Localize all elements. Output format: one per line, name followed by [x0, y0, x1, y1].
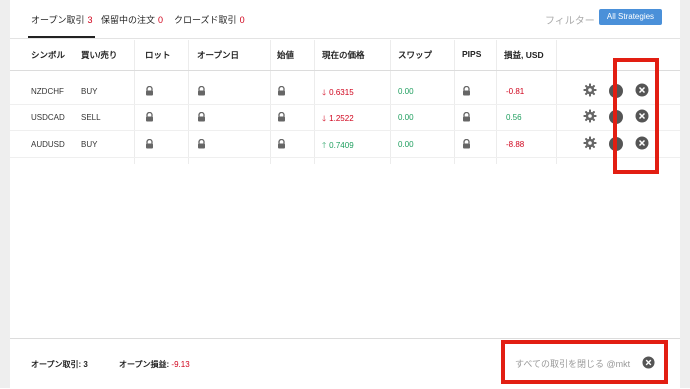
- tab-closed-trades[interactable]: クローズド取引 0: [174, 13, 245, 26]
- highlight-box-close-all: [501, 340, 668, 384]
- lock-icon: [278, 112, 285, 122]
- lock-icon: [198, 86, 205, 96]
- tab-label: クローズド取引: [174, 15, 237, 25]
- lock-icon: [146, 139, 153, 149]
- lock-icon: [463, 86, 470, 96]
- tab-count: 0: [239, 15, 245, 25]
- open-trades-label: オープン取引:: [31, 360, 82, 369]
- gear-icon[interactable]: [583, 109, 597, 123]
- strategy-filter-button[interactable]: All Strategies: [599, 9, 662, 25]
- swap-cell: 0.00: [398, 140, 414, 149]
- side-cell: SELL: [81, 113, 101, 122]
- column-header-open-price[interactable]: 始値: [277, 49, 294, 61]
- table-row[interactable]: AUDUSD BUY 🡑 0.7409 0.00 -8.88: [10, 131, 680, 158]
- gear-icon[interactable]: [583, 83, 597, 97]
- open-pnl-label: オープン損益:: [119, 360, 170, 369]
- arrow-down-icon: 🡓: [322, 88, 327, 97]
- lock-icon: [198, 112, 205, 122]
- table-header: シンボル 買い/売り ロット オープン日 始値 現在の価格 スワップ PIPS …: [10, 40, 680, 71]
- side-cell: BUY: [81, 87, 98, 96]
- pnl-cell: 0.56: [506, 113, 522, 122]
- table-row[interactable]: USDCAD SELL 🡓 1.2522 0.00 0.56: [10, 104, 680, 131]
- current-price-value: 1.2522: [329, 114, 354, 123]
- side-cell: BUY: [81, 140, 98, 149]
- current-price-cell: 🡓 1.2522: [322, 113, 354, 127]
- tab-bar: オープン取引 3 保留中の注文 0 クローズド取引 0 フィルター All Strat…: [10, 0, 680, 39]
- tab-open-trades[interactable]: オープン取引 3: [27, 13, 96, 38]
- lock-icon: [278, 86, 285, 96]
- symbol-cell: AUDUSD: [31, 140, 65, 149]
- highlight-box-close-column: [613, 58, 659, 174]
- current-price-value: 0.6315: [329, 88, 354, 97]
- column-header-pnl[interactable]: 損益, USD: [504, 49, 544, 61]
- lock-icon: [463, 139, 470, 149]
- tab-pending-orders[interactable]: 保留中の注文 0: [101, 13, 163, 26]
- lock-icon: [146, 86, 153, 96]
- open-trades-value: 3: [83, 360, 88, 369]
- pnl-cell: -8.88: [506, 140, 525, 149]
- lock-icon: [146, 112, 153, 122]
- tab-label: オープン取引: [31, 15, 85, 25]
- open-pnl-summary: オープン損益: -9.13: [119, 359, 190, 370]
- swap-cell: 0.00: [398, 113, 414, 122]
- arrow-up-icon: 🡑: [322, 141, 327, 150]
- tab-count: 3: [87, 15, 93, 25]
- column-header-side[interactable]: 買い/売り: [81, 49, 117, 61]
- symbol-cell: USDCAD: [31, 113, 65, 122]
- tab-count: 0: [158, 15, 164, 25]
- current-price-cell: 🡓 0.6315: [322, 87, 354, 101]
- tab-label: 保留中の注文: [101, 15, 156, 25]
- column-header-open-date[interactable]: オープン日: [197, 49, 239, 61]
- column-header-pips[interactable]: PIPS: [462, 49, 481, 59]
- lock-icon: [198, 139, 205, 149]
- current-price-cell: 🡑 0.7409: [322, 140, 354, 154]
- gear-icon[interactable]: [583, 136, 597, 150]
- left-margin: [0, 0, 10, 388]
- lock-icon: [463, 112, 470, 122]
- column-header-lots[interactable]: ロット: [145, 49, 171, 61]
- table-row[interactable]: NZDCHF BUY 🡓 0.6315 0.00 -0.81: [10, 78, 680, 105]
- filter-label: フィルター: [545, 16, 595, 27]
- open-pnl-value: -9.13: [171, 360, 190, 369]
- column-header-current-price[interactable]: 現在の価格: [322, 49, 365, 61]
- column-header-symbol[interactable]: シンボル: [31, 49, 65, 61]
- right-margin: [680, 0, 690, 388]
- trades-panel: オープン取引 3 保留中の注文 0 クローズド取引 0 フィルター All Strat…: [10, 0, 680, 388]
- symbol-cell: NZDCHF: [31, 87, 64, 96]
- lock-icon: [278, 139, 285, 149]
- open-trades-summary: オープン取引: 3: [31, 359, 88, 370]
- arrow-down-icon: 🡓: [322, 114, 327, 123]
- current-price-value: 0.7409: [329, 141, 354, 150]
- column-header-swap[interactable]: スワップ: [398, 49, 432, 61]
- app-window: オープン取引 3 保留中の注文 0 クローズド取引 0 フィルター All Strat…: [0, 0, 690, 388]
- pnl-cell: -0.81: [506, 87, 525, 96]
- swap-cell: 0.00: [398, 87, 414, 96]
